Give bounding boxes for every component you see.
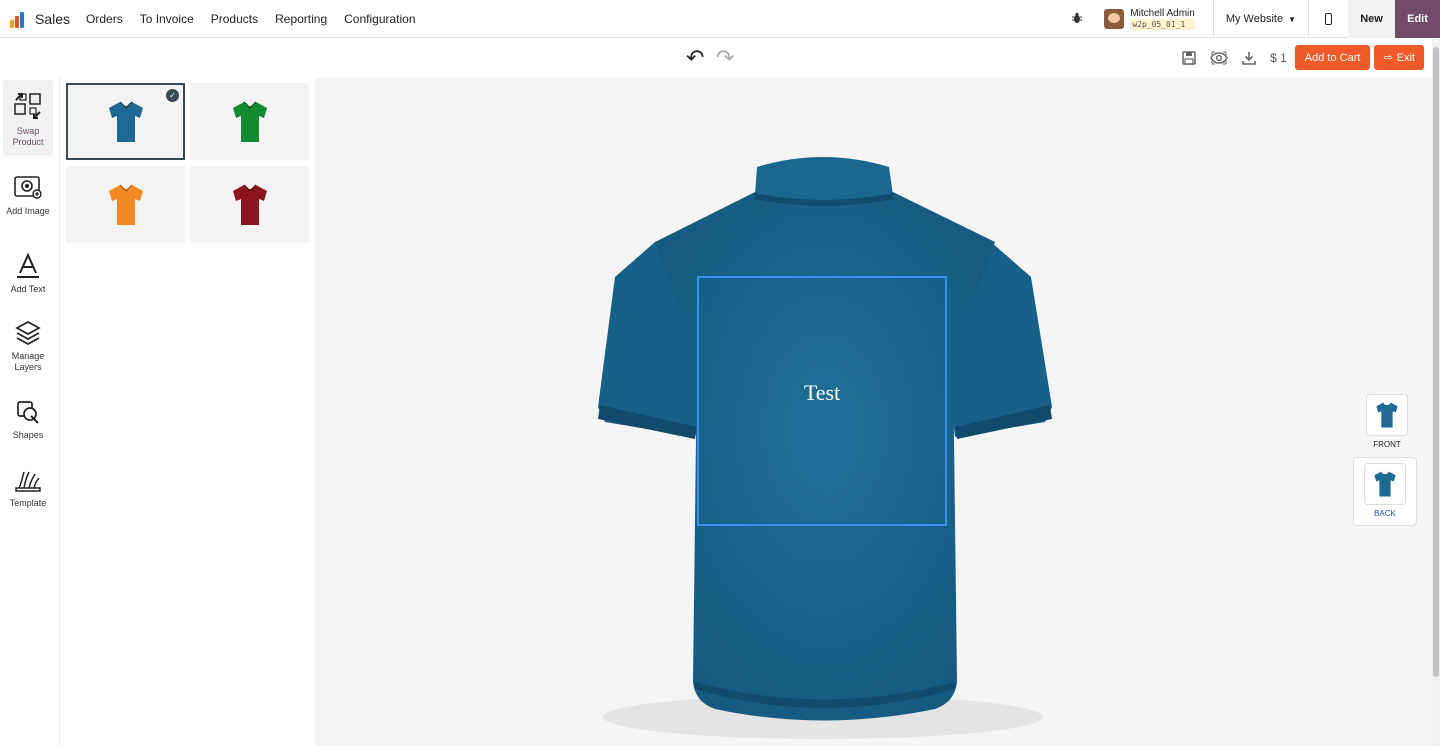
tool-swap-product[interactable]: Swap Product <box>3 80 53 156</box>
new-button[interactable]: New <box>1348 0 1395 38</box>
price-display: $ 1 <box>1270 50 1287 65</box>
app-name[interactable]: Sales <box>35 11 70 27</box>
tool-label: Shapes <box>12 430 44 440</box>
page-scrollbar[interactable] <box>1432 39 1440 746</box>
download-icon[interactable] <box>1234 44 1264 71</box>
user-name: Mitchell Admin <box>1130 8 1195 19</box>
redo-icon[interactable]: ↷ <box>716 47 734 69</box>
swap-product-icon <box>14 93 41 119</box>
swap-product-panel: ✓ <box>59 77 315 746</box>
tool-label: Add Text <box>10 284 46 294</box>
caret-down-icon: ▼ <box>1288 14 1296 24</box>
shapes-icon <box>17 401 39 424</box>
avatar <box>1104 9 1125 29</box>
tool-template[interactable]: Template <box>3 456 53 532</box>
template-icon <box>15 471 41 492</box>
menu-item-reporting[interactable]: Reporting <box>275 12 327 26</box>
design-canvas[interactable]: Test FRONT BACK <box>315 77 1432 746</box>
database-name: w2p_05_01_1 <box>1130 19 1195 30</box>
sales-chart-icon[interactable] <box>10 10 28 28</box>
add-image-icon <box>14 176 42 199</box>
debug-bug-icon[interactable] <box>1062 12 1092 27</box>
view-back[interactable]: BACK <box>1353 457 1417 526</box>
menu-item-orders[interactable]: Orders <box>86 12 123 26</box>
undo-icon[interactable]: ↶ <box>686 47 704 69</box>
product-thumb-orange[interactable] <box>66 166 185 243</box>
editor-toolbar: ↶ ↷ $ 1 Add to Cart ⇨ Exit <box>0 39 1432 77</box>
add-text-icon <box>17 252 39 278</box>
selected-check-icon: ✓ <box>166 89 179 102</box>
user-menu[interactable]: Mitchell Admin w2p_05_01_1 <box>1104 8 1195 30</box>
view-label: BACK <box>1374 509 1396 518</box>
tool-label: Swap Product <box>12 126 44 147</box>
top-navbar: Sales Orders To Invoice Products Reporti… <box>0 0 1440 38</box>
product-thumb-green[interactable] <box>190 83 309 160</box>
save-icon[interactable] <box>1174 44 1204 71</box>
menu-item-configuration[interactable]: Configuration <box>344 12 415 26</box>
design-text-layer[interactable]: Test <box>699 380 945 406</box>
website-switcher[interactable]: My Website ▼ <box>1212 0 1308 38</box>
product-thumb-blue[interactable]: ✓ <box>66 83 185 160</box>
menu-item-to-invoice[interactable]: To Invoice <box>140 12 194 26</box>
main-menu: Orders To Invoice Products Reporting Con… <box>86 12 416 26</box>
view-front[interactable]: FRONT <box>1355 394 1419 449</box>
tool-shapes[interactable]: Shapes <box>3 388 53 464</box>
tool-label: Template <box>9 498 47 508</box>
polo-shirt-icon <box>232 101 267 142</box>
layers-icon <box>15 321 41 345</box>
polo-shirt-icon <box>108 184 143 225</box>
tool-label: Add Image <box>6 206 50 216</box>
product-thumb-maroon[interactable] <box>190 166 309 243</box>
exit-icon: ⇨ <box>1383 52 1393 64</box>
mobile-preview-icon[interactable] <box>1308 0 1348 38</box>
tool-label: Manage Layers <box>11 351 45 372</box>
view-label: FRONT <box>1373 440 1401 449</box>
polo-shirt-icon <box>232 184 267 225</box>
polo-shirt-icon <box>108 101 143 142</box>
website-label: My Website <box>1225 13 1284 25</box>
scrollbar-thumb[interactable] <box>1433 47 1439 677</box>
tool-manage-layers[interactable]: Manage Layers <box>3 309 53 385</box>
design-area-box[interactable]: Test <box>697 276 947 526</box>
polo-shirt-icon <box>1376 402 1398 428</box>
exit-label: Exit <box>1396 51 1415 64</box>
exit-button[interactable]: ⇨ Exit <box>1374 45 1424 70</box>
polo-shirt-icon <box>1374 471 1396 497</box>
tool-add-image[interactable]: Add Image <box>3 164 53 240</box>
tool-sidebar: Swap Product Add Image Add Text Manage L… <box>0 77 57 746</box>
edit-button[interactable]: Edit <box>1395 0 1440 38</box>
tool-add-text[interactable]: Add Text <box>3 242 53 318</box>
preview-eye-icon[interactable] <box>1204 44 1234 71</box>
menu-item-products[interactable]: Products <box>211 12 258 26</box>
add-to-cart-button[interactable]: Add to Cart <box>1294 45 1371 70</box>
